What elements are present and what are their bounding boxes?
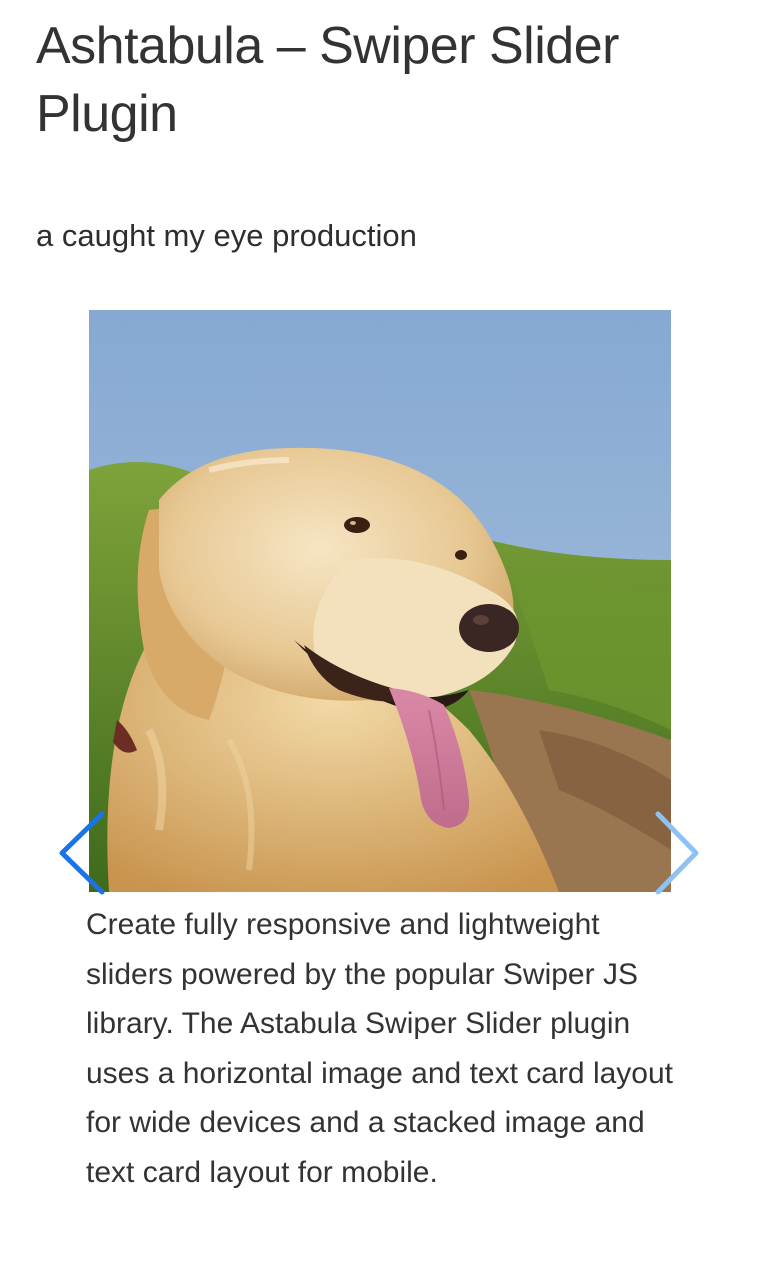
slide-image	[89, 310, 671, 892]
site-tagline: a caught my eye production	[36, 218, 417, 253]
next-slide-button[interactable]	[650, 810, 710, 900]
prev-slide-button[interactable]	[50, 810, 110, 900]
swiper-slider[interactable]: Create fully responsive and lightweight …	[0, 310, 763, 1260]
chevron-right-icon	[655, 811, 699, 895]
page-title: Ashtabula – Swiper Slider Plugin	[36, 17, 619, 143]
chevron-left-icon	[59, 811, 105, 895]
slide-description: Create fully responsive and lightweight …	[86, 908, 674, 1189]
